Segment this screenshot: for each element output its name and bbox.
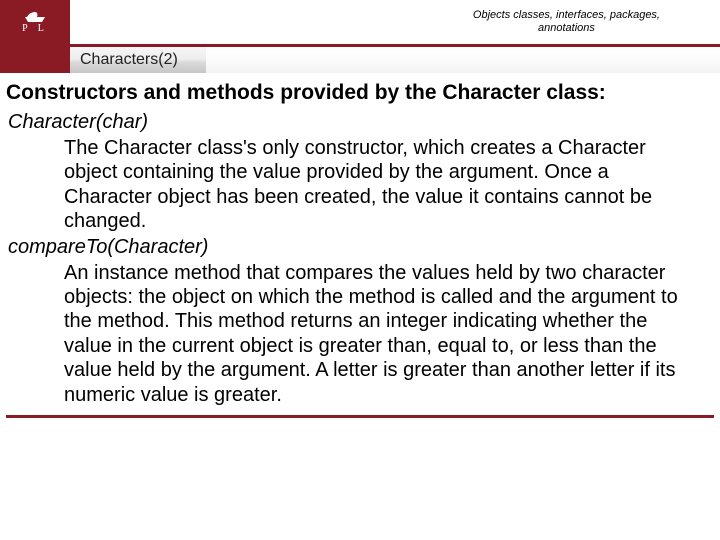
sub-bar: Characters(2) — [0, 47, 720, 73]
top-bar: P L Objects classes, interfaces, package… — [0, 0, 720, 44]
method-description: An instance method that compares the val… — [64, 261, 692, 407]
top-right: Objects classes, interfaces, packages, a… — [70, 0, 720, 44]
section-heading: Constructors and methods provided by the… — [6, 81, 714, 105]
sub-bar-accent — [0, 47, 70, 73]
breadcrumb-line2: annotations — [473, 22, 660, 35]
method-description: The Character class's only constructor, … — [64, 136, 692, 234]
sub-bar-fill — [206, 47, 720, 73]
boat-icon — [23, 11, 47, 21]
breadcrumb-line1: Objects classes, interfaces, packages, — [473, 9, 660, 22]
method-signature: Character(char) — [8, 111, 714, 134]
slide-page: P L Objects classes, interfaces, package… — [0, 0, 720, 540]
breadcrumb: Objects classes, interfaces, packages, a… — [473, 9, 660, 34]
method-signature: compareTo(Character) — [8, 236, 714, 259]
logo: P L — [22, 11, 48, 34]
slide-body: Constructors and methods provided by the… — [0, 73, 720, 418]
bottom-rule — [6, 415, 714, 418]
logo-letters: P L — [22, 23, 48, 34]
logo-box: P L — [0, 0, 70, 44]
slide-title: Characters(2) — [70, 47, 206, 73]
